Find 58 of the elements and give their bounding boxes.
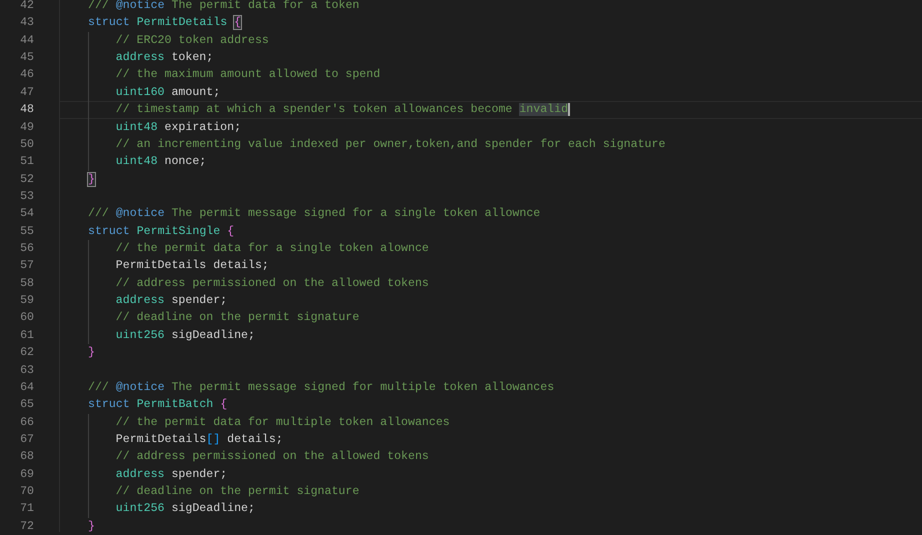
code-line: // address permissioned on the allowed tokens xyxy=(116,450,429,464)
line-number: 43 xyxy=(0,14,60,32)
code-line: address spender; xyxy=(116,294,228,308)
code-line: /// @notice The permit message signed for a single token allownce xyxy=(88,207,540,220)
line-number: 50 xyxy=(0,136,60,154)
code-line: address spender; xyxy=(116,468,228,481)
line-number: 66 xyxy=(0,414,60,431)
code-line: // ERC20 token address xyxy=(116,34,269,47)
line-number: 63 xyxy=(0,362,60,379)
line-number: 55 xyxy=(0,222,60,240)
code-line: // deadline on the permit signature xyxy=(116,311,360,324)
code-line: // address permissioned on the allowed tokens xyxy=(116,276,429,290)
code-line: /// @notice The permit message signed for multiple token allowances xyxy=(88,380,554,394)
line-number: 47 xyxy=(0,84,60,102)
code-line: // the permit data for multiple token allowances xyxy=(116,416,450,429)
code-line: // the permit data for a single token alownce xyxy=(116,242,429,256)
line-number: 49 xyxy=(0,118,60,136)
code-line: uint48 nonce; xyxy=(116,155,206,168)
line-number: 44 xyxy=(0,32,60,50)
code-line: uint160 amount; xyxy=(116,86,220,99)
code-line: address token; xyxy=(116,51,214,64)
code-line: // the maximum amount allowed to spend xyxy=(116,68,380,82)
line-number: 70 xyxy=(0,483,60,500)
line-number: 45 xyxy=(0,49,60,66)
code-line: struct PermitBatch { xyxy=(88,398,228,412)
code-line: struct PermitDetails { xyxy=(88,16,242,30)
code-line: } xyxy=(88,346,95,360)
code-line: uint48 expiration; xyxy=(116,120,242,134)
code-line: PermitDetails details; xyxy=(116,259,269,272)
line-number: 48 xyxy=(0,101,60,119)
code-line: // deadline on the permit signature xyxy=(116,485,360,498)
line-number: 72 xyxy=(0,518,60,532)
line-number: 71 xyxy=(0,500,60,518)
code-line: } xyxy=(88,520,95,532)
line-number: 60 xyxy=(0,309,60,327)
line-number: 54 xyxy=(0,205,60,223)
line-number: 53 xyxy=(0,188,60,206)
line-number: 59 xyxy=(0,292,60,310)
code-line: // an incrementing value indexed per owner,token,and spender for each signature xyxy=(116,138,666,151)
line-number: 57 xyxy=(0,257,60,275)
code-line: uint256 sigDeadline; xyxy=(116,502,255,516)
line-number: 46 xyxy=(0,66,60,84)
line-number: 51 xyxy=(0,153,60,171)
code-line: uint256 sigDeadline; xyxy=(116,328,255,342)
code-line: PermitDetails[] details; xyxy=(116,432,283,446)
line-number: 58 xyxy=(0,274,60,292)
line-number: 64 xyxy=(0,378,60,396)
code-line: // timestamp at which a spender's token allowances become invalid xyxy=(116,103,570,116)
line-number: 68 xyxy=(0,448,60,466)
line-number: 65 xyxy=(0,396,60,414)
code-line: struct PermitSingle { xyxy=(88,224,234,238)
line-number: 52 xyxy=(0,170,60,188)
line-number: 67 xyxy=(0,430,60,448)
line-number: 62 xyxy=(0,344,60,362)
line-number: 69 xyxy=(0,466,60,484)
line-number: 56 xyxy=(0,240,60,258)
line-number: 61 xyxy=(0,326,60,344)
line-number: 42 xyxy=(0,0,60,14)
